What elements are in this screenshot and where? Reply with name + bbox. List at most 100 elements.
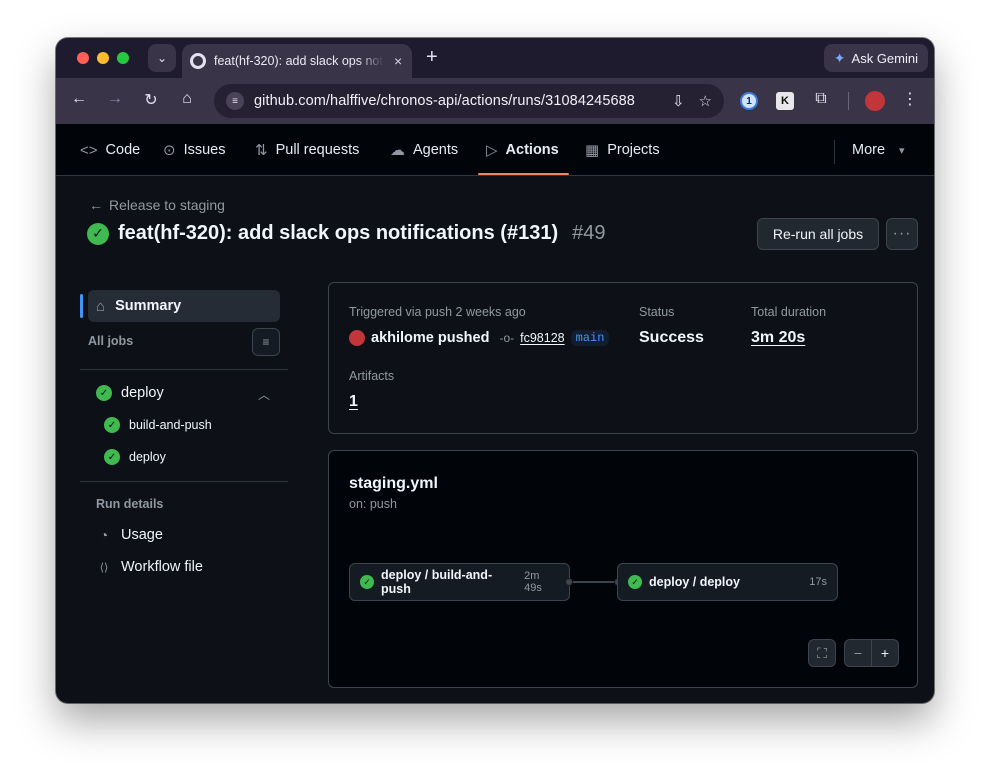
install-app-icon[interactable]: ⇩ bbox=[672, 92, 685, 110]
actor-action[interactable]: akhilome pushed bbox=[371, 330, 489, 346]
all-jobs-heading: All jobs bbox=[88, 334, 134, 348]
tab-pull-requests[interactable]: ⇅ Pull requests bbox=[255, 124, 359, 176]
tab-actions[interactable]: ▷ Actions bbox=[486, 124, 559, 176]
tab-projects[interactable]: ▦ Projects bbox=[585, 124, 660, 176]
sidebar-item-workflow-file[interactable]: ⟨⟩ Workflow file bbox=[96, 559, 203, 575]
tab-agents[interactable]: ☁ Agents bbox=[390, 124, 458, 176]
branch-badge[interactable]: main bbox=[570, 330, 610, 346]
tab-code-label: Code bbox=[105, 142, 141, 158]
usage-label: Usage bbox=[121, 527, 163, 543]
workflow-file-label: Workflow file bbox=[121, 559, 203, 575]
home-icon[interactable]: ⌂ bbox=[176, 90, 198, 108]
profile-avatar[interactable] bbox=[865, 91, 885, 111]
browser-toolbar: ← → ↻ ⌂ ≡ github.com/halffive/chronos-ap… bbox=[56, 78, 934, 124]
browser-tab-active[interactable]: feat(hf-320): add slack ops notification… bbox=[182, 44, 412, 78]
workflow-graph-card: staging.yml on: push ✓ deploy / build-an… bbox=[328, 450, 918, 688]
tab-code[interactable]: <> Code bbox=[80, 124, 140, 176]
agents-icon: ☁ bbox=[390, 142, 405, 159]
toolbar-divider bbox=[848, 92, 849, 110]
file-code-icon: ⟨⟩ bbox=[99, 561, 109, 574]
tab-close-icon[interactable]: × bbox=[394, 53, 402, 69]
sidebar-active-indicator bbox=[80, 294, 83, 318]
site-settings-icon[interactable]: ≡ bbox=[226, 92, 244, 110]
gemini-sparkle-icon: ✦ bbox=[833, 49, 846, 66]
ask-gemini-label: Ask Gemini bbox=[851, 50, 918, 66]
extensions-puzzle-icon[interactable]: ⧉ bbox=[810, 90, 832, 108]
check-circle-icon: ✓ bbox=[360, 575, 374, 589]
check-circle-icon: ✓ bbox=[628, 575, 642, 589]
tab-search-icon[interactable]: ⌄ bbox=[148, 44, 176, 72]
run-number: #49 bbox=[572, 222, 606, 244]
new-tab-button[interactable]: + bbox=[426, 47, 438, 67]
duration-value-link[interactable]: 3m 20s bbox=[751, 329, 805, 347]
graph-job-build-and-push[interactable]: ✓ deploy / build-and-push 2m 49s bbox=[349, 563, 570, 601]
check-circle-icon: ✓ bbox=[87, 222, 109, 245]
sidebar-job-build-and-push[interactable]: ✓ build-and-push bbox=[104, 417, 212, 433]
kee-extension-icon[interactable]: K bbox=[776, 92, 794, 110]
table-icon: ▦ bbox=[585, 142, 600, 159]
job-label: deploy bbox=[129, 450, 166, 464]
sidebar-divider bbox=[80, 369, 288, 370]
graph-job-name: deploy / build-and-push bbox=[381, 568, 493, 596]
triggered-label: Triggered via push 2 weeks ago bbox=[349, 305, 526, 319]
connector-dot bbox=[565, 578, 573, 586]
tab-actions-label: Actions bbox=[505, 142, 559, 158]
tab-issues-label: Issues bbox=[183, 142, 226, 158]
address-bar[interactable]: ≡ github.com/halffive/chronos-api/action… bbox=[214, 84, 724, 118]
triangle-down-icon: ▾ bbox=[899, 144, 905, 157]
graph-job-name: deploy / deploy bbox=[649, 575, 740, 589]
back-to-workflow-link[interactable]: ← Release to staging bbox=[89, 197, 225, 213]
zoom-controls: − + bbox=[844, 639, 899, 667]
stopwatch-icon: ◔ bbox=[99, 527, 109, 543]
check-circle-icon: ✓ bbox=[96, 385, 112, 401]
address-url[interactable]: github.com/halffive/chronos-api/actions/… bbox=[254, 93, 635, 109]
active-tab-underline bbox=[478, 173, 569, 175]
artifacts-count-link[interactable]: 1 bbox=[349, 393, 358, 411]
minimize-window-button[interactable] bbox=[97, 52, 109, 64]
reload-icon[interactable]: ↻ bbox=[140, 90, 162, 110]
status-value: Success bbox=[639, 329, 704, 346]
workflow-name: Release to staging bbox=[109, 197, 225, 213]
rerun-all-jobs-button[interactable]: Re-run all jobs bbox=[757, 218, 879, 250]
run-title-text: feat(hf-320): add slack ops notification… bbox=[118, 222, 559, 244]
sidebar-job-group-deploy[interactable]: ✓ deploy bbox=[96, 385, 164, 401]
commit-sha-link[interactable]: fc98128 bbox=[520, 331, 564, 345]
arrow-left-icon: ← bbox=[89, 197, 103, 213]
onepassword-extension-icon[interactable]: 1 bbox=[740, 92, 758, 110]
duration-label: Total duration bbox=[751, 305, 827, 319]
job-connector bbox=[569, 581, 619, 583]
sidebar-item-summary[interactable]: ⌂ Summary bbox=[88, 290, 280, 322]
avatar[interactable] bbox=[349, 330, 365, 346]
tab-issues[interactable]: ⊙ Issues bbox=[163, 124, 226, 176]
tab-agents-label: Agents bbox=[413, 142, 459, 158]
code-icon: <> bbox=[80, 141, 98, 159]
kebab-horizontal-icon[interactable]: ··· bbox=[886, 218, 918, 250]
sidebar-job-deploy[interactable]: ✓ deploy bbox=[104, 449, 166, 465]
zoom-in-button[interactable]: + bbox=[872, 645, 898, 661]
job-label: build-and-push bbox=[129, 418, 212, 432]
close-window-button[interactable] bbox=[77, 52, 89, 64]
back-arrow-icon[interactable]: ← bbox=[68, 90, 90, 108]
bookmark-star-icon[interactable]: ☆ bbox=[699, 92, 712, 110]
fullscreen-icon[interactable]: ⛶ bbox=[808, 639, 836, 667]
job-group-label: deploy bbox=[121, 385, 164, 401]
tab-strip: ⌄ feat(hf-320): add slack ops notificati… bbox=[56, 38, 934, 78]
ask-gemini-button[interactable]: ✦ Ask Gemini bbox=[823, 44, 928, 72]
workflow-trigger: on: push bbox=[349, 497, 397, 511]
browser-menu-icon[interactable]: ⋮ bbox=[902, 89, 918, 109]
play-icon: ▷ bbox=[486, 142, 498, 159]
nav-divider bbox=[834, 140, 835, 164]
zoom-window-button[interactable] bbox=[117, 52, 129, 64]
forward-arrow-icon[interactable]: → bbox=[104, 90, 126, 108]
graph-job-deploy[interactable]: ✓ deploy / deploy 17s bbox=[617, 563, 838, 601]
chevron-up-icon[interactable]: ︿ bbox=[258, 386, 270, 403]
trigger-info: akhilome pushed -o- fc98128 main bbox=[349, 330, 610, 346]
check-circle-icon: ✓ bbox=[104, 449, 120, 465]
more-menu-button[interactable]: More ▾ bbox=[852, 124, 905, 176]
tab-projects-label: Projects bbox=[607, 142, 660, 158]
page-title: ✓ feat(hf-320): add slack ops notificati… bbox=[87, 222, 605, 245]
artifacts-label: Artifacts bbox=[349, 369, 395, 383]
zoom-out-button[interactable]: − bbox=[845, 645, 871, 661]
filter-icon[interactable]: ≡ bbox=[252, 328, 280, 356]
sidebar-item-usage[interactable]: ◔ Usage bbox=[96, 527, 163, 543]
